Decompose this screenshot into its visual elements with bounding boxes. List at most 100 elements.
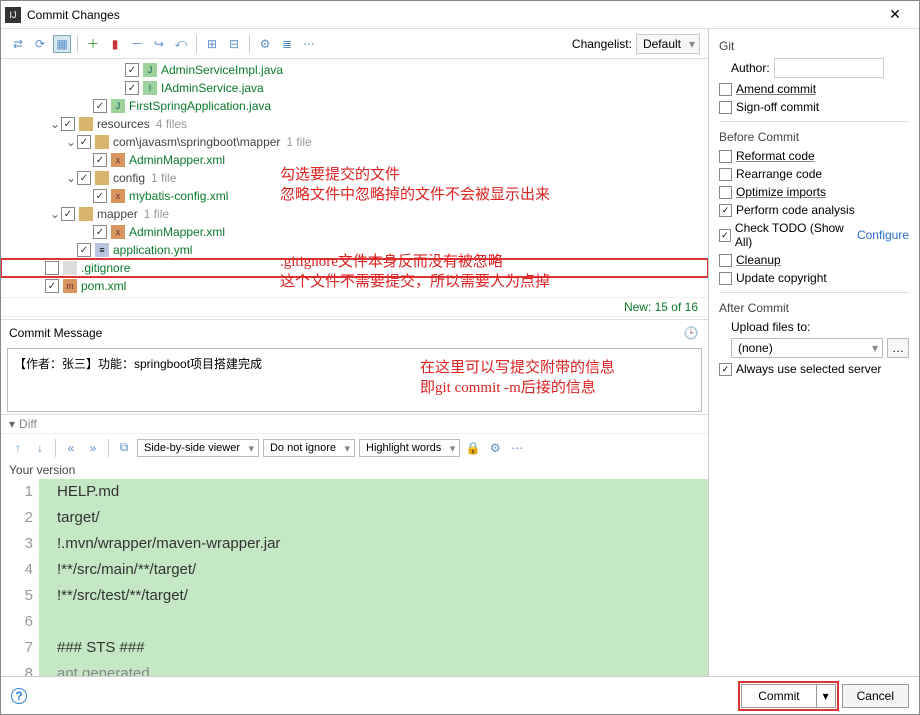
optimize-checkbox[interactable] xyxy=(719,186,732,199)
external-icon[interactable]: ⧉ xyxy=(115,439,133,457)
reformat-checkbox[interactable] xyxy=(719,150,732,163)
tree-row[interactable]: ⌄✓com\javasm\springboot\mapper1 file xyxy=(1,133,708,151)
file-label: .gitignore xyxy=(81,261,130,275)
help-icon[interactable]: ? xyxy=(11,688,27,704)
file-icon xyxy=(63,261,77,275)
file-icon xyxy=(79,117,93,131)
expand-arrow-icon[interactable]: ⌄ xyxy=(65,135,77,149)
file-checkbox[interactable]: ✓ xyxy=(77,171,91,185)
file-label: FirstSpringApplication.java xyxy=(129,99,271,113)
analysis-checkbox[interactable]: ✓ xyxy=(719,204,732,217)
tree-row[interactable]: ✓xAdminMapper.xml xyxy=(1,223,708,241)
more-icon[interactable]: ⋯ xyxy=(300,35,318,53)
commit-dropdown-icon[interactable]: ▾ xyxy=(816,684,836,708)
settings-icon[interactable]: ⚙ xyxy=(486,439,504,457)
diff-header[interactable]: ▾Diff xyxy=(1,414,708,433)
more2-icon[interactable]: ⋯ xyxy=(508,439,526,457)
collapse-icon[interactable]: ⊟ xyxy=(225,35,243,53)
changes-summary: New: 15 of 16 xyxy=(1,297,708,316)
file-checkbox[interactable]: ✓ xyxy=(93,153,107,167)
file-label: mybatis-config.xml xyxy=(129,189,228,203)
ignore-mode-select[interactable]: Do not ignore xyxy=(263,439,355,457)
tree-row[interactable]: ⌄✓config1 file xyxy=(1,169,708,187)
amend-checkbox[interactable] xyxy=(719,83,732,96)
changelist-select[interactable]: Default xyxy=(636,34,700,54)
tree-row[interactable]: ⌄✓ mapper 1 file xyxy=(1,205,708,223)
tree-row[interactable]: ✓xmybatis-config.xml xyxy=(1,187,708,205)
always-server-checkbox[interactable]: ✓ xyxy=(719,363,732,376)
commit-changes-dialog: IJ Commit Changes ✕ ⇄ ⟳ ▦ ＋ ▮ － ↪ ⤺ ⊞ ⊟ … xyxy=(0,0,920,715)
lock-icon[interactable]: 🔒 xyxy=(464,439,482,457)
file-icon: x xyxy=(111,153,125,167)
expand-arrow-icon[interactable]: ⌄ xyxy=(49,117,61,131)
tree-row[interactable]: ✓JAdminServiceImpl.java xyxy=(1,61,708,79)
close-icon[interactable]: ✕ xyxy=(875,6,915,23)
tree-row[interactable]: ✓IIAdminService.java xyxy=(1,79,708,97)
file-label: AdminMapper.xml xyxy=(129,153,225,167)
upload-browse-button[interactable]: … xyxy=(887,338,909,358)
signoff-checkbox[interactable] xyxy=(719,101,732,114)
file-checkbox[interactable]: ✓ xyxy=(93,225,107,239)
history-icon[interactable]: 🕒 xyxy=(682,324,700,342)
file-checkbox[interactable]: ✓ xyxy=(77,243,91,257)
file-checkbox[interactable]: ✓ xyxy=(45,279,59,293)
tree-row[interactable]: ✓mpom.xml xyxy=(1,277,708,295)
author-label: Author: xyxy=(731,61,770,75)
tree-row[interactable]: ✓JFirstSpringApplication.java xyxy=(1,97,708,115)
configure-link[interactable]: Configure xyxy=(857,228,909,242)
show-diff-icon[interactable]: ⇄ xyxy=(9,35,27,53)
file-label: resources xyxy=(97,117,150,131)
remove-icon[interactable]: ▮ xyxy=(106,35,124,53)
viewer-mode-select[interactable]: Side-by-side viewer xyxy=(137,439,259,457)
highlight-mode-select[interactable]: Highlight words xyxy=(359,439,460,457)
cleanup-checkbox[interactable] xyxy=(719,254,732,267)
commit-button[interactable]: Commit ▾ xyxy=(741,684,835,708)
commit-message-input[interactable]: 【作者：张三】功能：springboot项目搭建完成 xyxy=(7,348,702,412)
tree-row[interactable]: .gitignore xyxy=(1,259,708,277)
upload-select[interactable]: (none) xyxy=(731,338,883,358)
dialog-footer: ? Commit ▾ Cancel xyxy=(1,676,919,714)
tree-row[interactable]: ✓ ≡ application.yml xyxy=(1,241,708,259)
gear-icon[interactable]: ⚙ xyxy=(256,35,274,53)
copyright-checkbox[interactable] xyxy=(719,272,732,285)
changes-tree[interactable]: ✓JAdminServiceImpl.java✓IIAdminService.j… xyxy=(1,59,708,319)
refresh-icon[interactable]: ⟳ xyxy=(31,35,49,53)
author-input[interactable] xyxy=(774,58,884,78)
revert-icon[interactable]: ⤺ xyxy=(172,35,190,53)
file-checkbox[interactable] xyxy=(45,261,59,275)
prev-diff-icon[interactable]: ↑ xyxy=(9,439,27,457)
file-label: pom.xml xyxy=(81,279,126,293)
file-checkbox[interactable]: ✓ xyxy=(93,189,107,203)
group-icon[interactable]: ▦ xyxy=(53,35,71,53)
file-hint: 1 file xyxy=(151,171,176,185)
file-label: mapper xyxy=(97,207,138,221)
file-hint: 1 file xyxy=(144,207,169,221)
todo-checkbox[interactable]: ✓ xyxy=(719,229,731,242)
expand-arrow-icon[interactable]: ⌄ xyxy=(49,207,61,221)
file-checkbox[interactable]: ✓ xyxy=(77,135,91,149)
file-checkbox[interactable]: ✓ xyxy=(61,207,75,221)
tree-row[interactable]: ⌄✓resources4 files xyxy=(1,115,708,133)
tree-row[interactable]: ✓ x AdminMapper.xml xyxy=(1,151,708,169)
cancel-button[interactable]: Cancel xyxy=(842,684,909,708)
file-icon: ≡ xyxy=(95,243,109,257)
add-icon[interactable]: ＋ xyxy=(84,35,102,53)
titlebar: IJ Commit Changes ✕ xyxy=(1,1,919,29)
file-label: application.yml xyxy=(113,243,192,257)
filter-icon[interactable]: ≣ xyxy=(278,35,296,53)
file-checkbox[interactable]: ✓ xyxy=(125,63,139,77)
file-checkbox[interactable]: ✓ xyxy=(125,81,139,95)
expand-arrow-icon[interactable]: ⌄ xyxy=(65,171,77,185)
expand-icon[interactable]: ⊞ xyxy=(203,35,221,53)
move-icon[interactable]: ↪ xyxy=(150,35,168,53)
rearrange-checkbox[interactable] xyxy=(719,168,732,181)
file-checkbox[interactable]: ✓ xyxy=(93,99,107,113)
delete-icon[interactable]: － xyxy=(128,35,146,53)
file-checkbox[interactable]: ✓ xyxy=(61,117,75,131)
diff-view[interactable]: 12345678 HELP.mdtarget/!.mvn/wrapper/mav… xyxy=(1,479,708,676)
file-label: com\javasm\springboot\mapper xyxy=(113,135,280,149)
prev-file-icon[interactable]: « xyxy=(62,439,80,457)
next-file-icon[interactable]: » xyxy=(84,439,102,457)
next-diff-icon[interactable]: ↓ xyxy=(31,439,49,457)
file-icon xyxy=(79,207,93,221)
